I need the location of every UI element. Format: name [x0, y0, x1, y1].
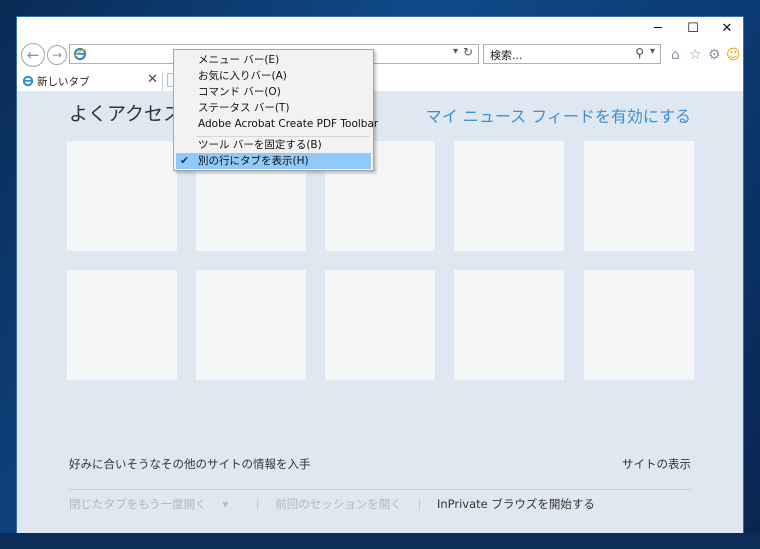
site-tile[interactable] [584, 270, 694, 380]
site-tile[interactable] [325, 270, 435, 380]
search-icon[interactable]: ⚲ [635, 46, 644, 60]
bottom-links: 閉じたタブをもう一度開く ▾ | 前回のセッションを開く | InPrivate… [69, 496, 607, 512]
site-tile[interactable] [454, 270, 564, 380]
site-tile[interactable] [67, 270, 177, 380]
toolbar-context-menu: メニュー バー(E) お気に入りバー(A) コマンド バー(O) ステータス バ… [173, 49, 378, 171]
home-icon[interactable]: ⌂ [671, 47, 680, 63]
menu-item-favorites-bar[interactable]: お気に入りバー(A) [198, 68, 287, 84]
back-arrow-icon: ← [26, 46, 40, 64]
feedback-smiley-icon[interactable]: ☺ [726, 47, 741, 63]
menu-item-acrobat-toolbar[interactable]: Adobe Acrobat Create PDF Toolbar [198, 116, 378, 132]
favorites-star-icon[interactable]: ☆ [689, 47, 702, 63]
menu-item-lock-toolbars[interactable]: ツール バーを固定する(B) [198, 137, 322, 153]
maximize-button[interactable]: ☐ [676, 17, 710, 39]
menu-item-show-tabs-separate-row[interactable]: 別の行にタブを表示(H) [198, 153, 309, 169]
chevron-down-icon: ▾ [222, 497, 229, 511]
forward-button[interactable]: → [47, 45, 67, 65]
enable-news-feed-link[interactable]: マイ ニュース フィードを有効にする [426, 103, 691, 127]
back-button[interactable]: ← [21, 43, 45, 67]
search-box[interactable]: 検索... ⚲ ▾ [483, 44, 661, 64]
search-dropdown-icon[interactable]: ▾ [650, 46, 655, 57]
new-tab-page: よくアクセスす マイ ニュース フィードを有効にする 好みに合いそうなその他のサ… [17, 91, 743, 534]
inprivate-link[interactable]: InPrivate ブラウズを開始する [437, 497, 595, 511]
tab-label: 新しいタブ [37, 76, 90, 88]
site-tile[interactable] [584, 141, 694, 251]
menu-item-command-bar[interactable]: コマンド バー(O) [198, 84, 281, 100]
reopen-closed-tabs-link[interactable]: 閉じたタブをもう一度開く ▾ [69, 497, 240, 511]
menu-item-status-bar[interactable]: ステータス バー(T) [198, 100, 289, 116]
ie-logo-icon [73, 47, 87, 61]
menu-item-menu-bar[interactable]: メニュー バー(E) [198, 52, 279, 68]
search-placeholder: 検索... [490, 49, 523, 62]
show-sites-link[interactable]: サイトの表示 [622, 456, 691, 472]
browser-window: ─ ☐ ✕ ← → ▾ ↻ 検索... ⚲ ▾ ⌂ ☆ ⚙ ☺ 新しいタブ ✕ … [16, 16, 744, 534]
title-bar: ─ ☐ ✕ [17, 17, 743, 39]
tab-close-icon[interactable]: ✕ [147, 72, 158, 87]
refresh-icon[interactable]: ↻ [463, 45, 473, 59]
minimize-button[interactable]: ─ [641, 17, 675, 39]
close-button[interactable]: ✕ [710, 17, 744, 39]
address-dropdown-icon[interactable]: ▾ [453, 46, 458, 57]
taskbar [0, 533, 760, 549]
link-separator: | [255, 497, 260, 511]
forward-arrow-icon: → [51, 48, 63, 62]
address-toolbar: ← → ▾ ↻ 検索... ⚲ ▾ ⌂ ☆ ⚙ ☺ [17, 39, 743, 71]
checkmark-icon: ✔ [180, 154, 190, 167]
site-tile[interactable] [67, 141, 177, 251]
ie-logo-icon [22, 75, 34, 87]
tab-row: 新しいタブ ✕ [17, 71, 743, 92]
reopen-last-session-link[interactable]: 前回のセッションを開く [275, 497, 402, 511]
site-tile[interactable] [454, 141, 564, 251]
find-more-sites-link[interactable]: 好みに合いそうなその他のサイトの情報を入手 [69, 456, 311, 472]
settings-gear-icon[interactable]: ⚙ [708, 47, 721, 63]
site-tile[interactable] [196, 270, 306, 380]
link-separator: | [417, 497, 422, 511]
footer-divider [69, 489, 691, 490]
tab-new-tab[interactable]: 新しいタブ ✕ [17, 71, 163, 91]
